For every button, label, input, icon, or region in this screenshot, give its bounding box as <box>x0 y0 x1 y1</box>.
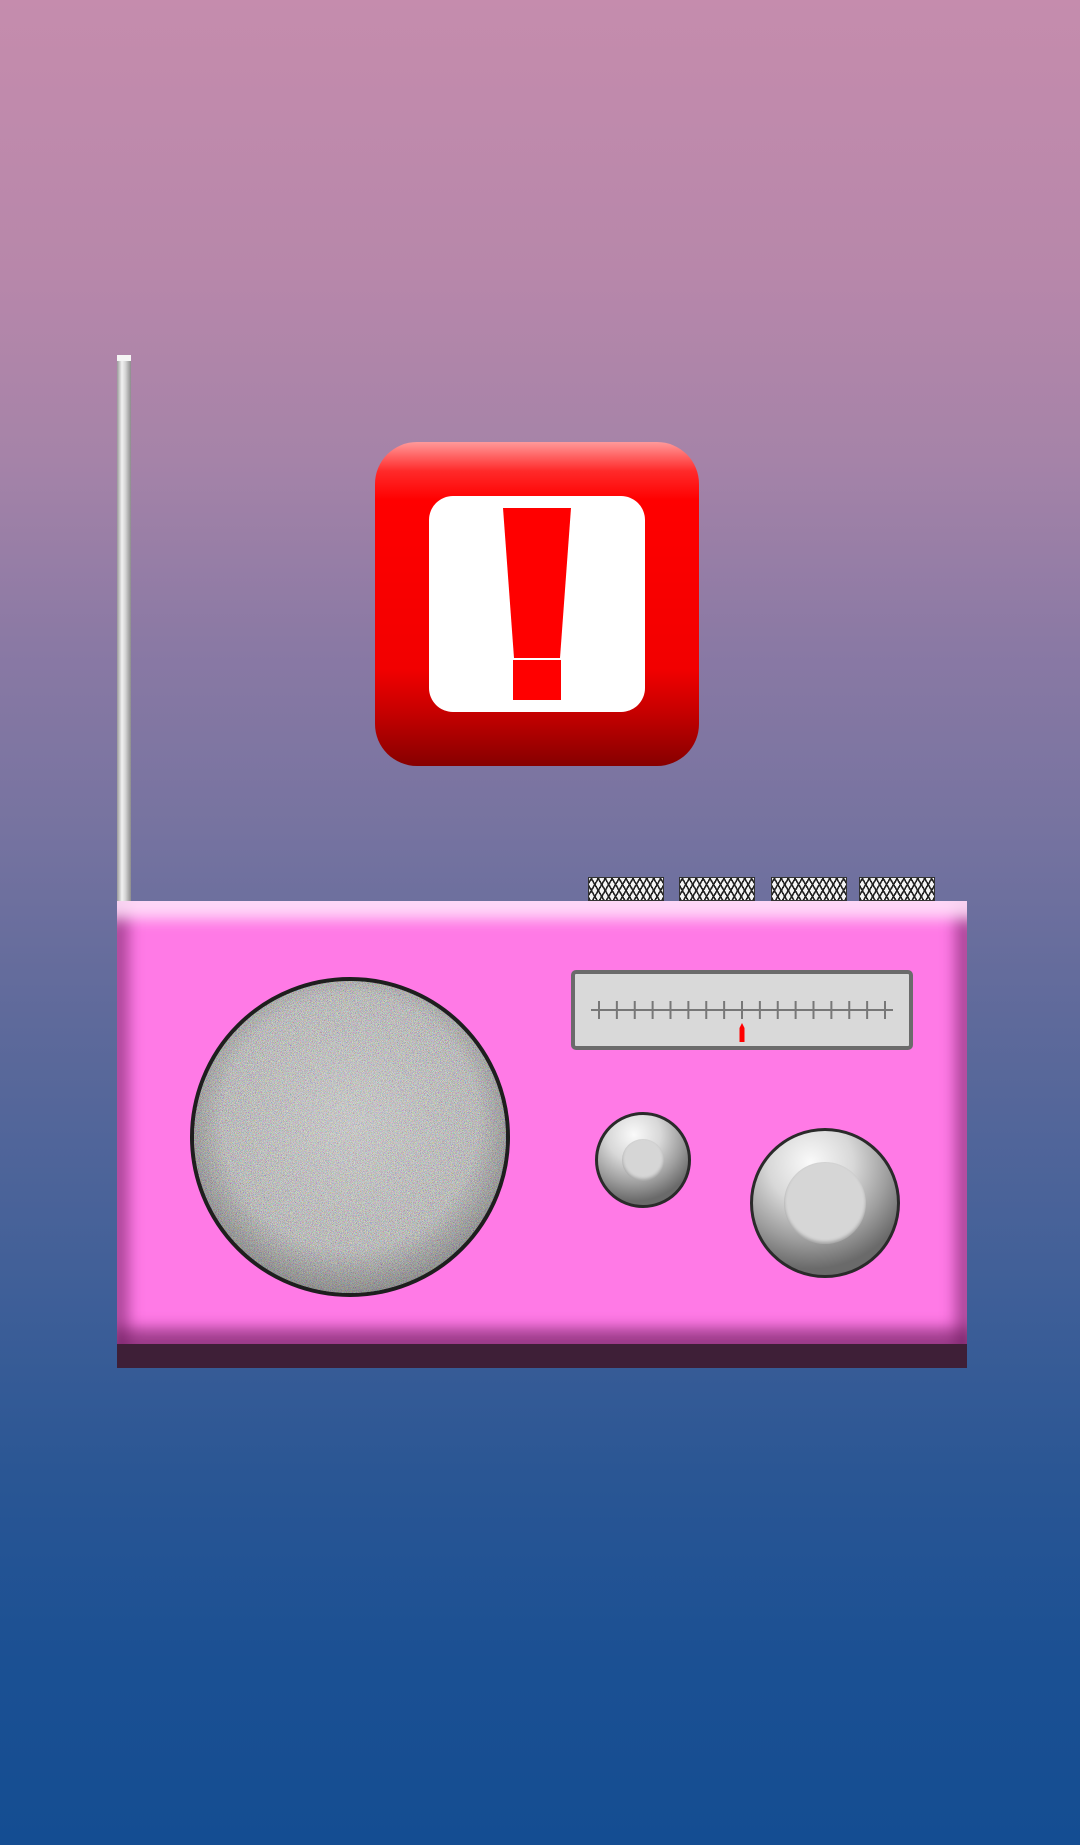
alert-exclamation-icon <box>375 442 699 766</box>
antenna-tip <box>117 355 131 361</box>
tuning-scale <box>591 1001 893 1042</box>
top-grill <box>679 877 755 901</box>
top-grill <box>771 877 847 901</box>
speaker-grille <box>190 977 510 1297</box>
exclamation-mark-icon <box>503 508 571 700</box>
antenna <box>117 355 131 903</box>
exclamation-bar <box>503 508 571 658</box>
tuning-knob-cap <box>784 1162 866 1244</box>
radio-alert-scene <box>0 0 1080 1845</box>
tuning-needle <box>739 1023 745 1042</box>
top-grill <box>588 877 664 901</box>
volume-knob[interactable] <box>595 1112 691 1208</box>
tuning-dial <box>571 970 913 1050</box>
tuning-knob[interactable] <box>750 1128 900 1278</box>
speaker-shading <box>194 981 506 1293</box>
top-grill <box>859 877 935 901</box>
exclamation-dot <box>513 660 561 700</box>
volume-knob-cap <box>622 1139 664 1181</box>
alert-icon-face <box>429 496 645 712</box>
